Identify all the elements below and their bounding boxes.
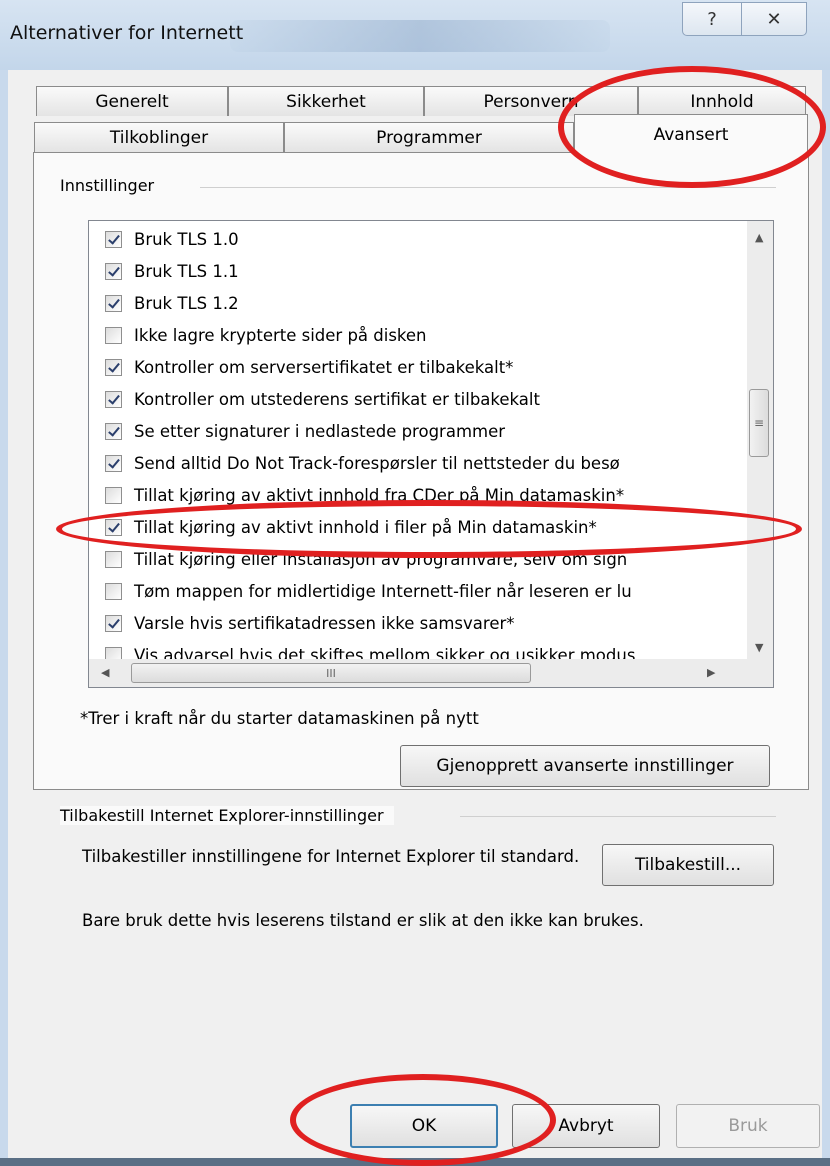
checkbox[interactable] (105, 486, 122, 504)
setting-row[interactable]: Tøm mappen for midlertidige Internett-fi… (105, 575, 632, 607)
reset-group-label: Tilbakestill Internet Explorer-innstilli… (60, 806, 394, 825)
apply-button: Bruk (676, 1104, 820, 1148)
setting-row[interactable]: Ikke lagre krypterte sider på disken (105, 319, 427, 351)
checkbox[interactable] (105, 582, 122, 600)
checkbox[interactable] (105, 422, 122, 440)
cancel-button[interactable]: Avbryt (512, 1104, 660, 1148)
scroll-down-icon[interactable]: ▼ (755, 641, 763, 654)
settings-group-label: Innstillinger (60, 176, 165, 195)
setting-label: Tillat kjøring av aktivt innhold i filer… (134, 517, 597, 537)
setting-label: Ikke lagre krypterte sider på disken (134, 325, 427, 345)
setting-label: Send alltid Do Not Track-forespørsler ti… (134, 453, 620, 473)
checkbox[interactable] (105, 326, 122, 344)
setting-label: Tillat kjøring eller installasjon av pro… (134, 549, 628, 569)
settings-group-line (200, 187, 776, 188)
reset-warning: Bare bruk dette hvis leserens tilstand e… (82, 911, 644, 930)
setting-row[interactable]: Bruk TLS 1.0 (105, 223, 239, 255)
checkbox[interactable] (105, 230, 122, 248)
setting-label: Bruk TLS 1.1 (134, 261, 239, 281)
vertical-scroll-thumb[interactable]: ≡ (749, 389, 769, 457)
setting-label: Bruk TLS 1.0 (134, 229, 239, 249)
checkbox[interactable] (105, 262, 122, 280)
checkbox[interactable] (105, 294, 122, 312)
setting-label: Varsle hvis sertifikatadressen ikke sams… (134, 613, 515, 633)
setting-row[interactable]: Bruk TLS 1.1 (105, 255, 239, 287)
reset-group-line (460, 816, 776, 817)
setting-row[interactable]: Tillat kjøring av aktivt innhold fra CDe… (105, 479, 624, 511)
setting-row[interactable]: Send alltid Do Not Track-forespørsler ti… (105, 447, 620, 479)
checkbox[interactable] (105, 358, 122, 376)
reset-description: Tilbakestiller innstillingene for Intern… (82, 847, 580, 866)
restart-note: *Trer i kraft når du starter datamaskine… (80, 709, 479, 728)
scroll-right-icon[interactable]: ▶ (707, 666, 715, 679)
setting-row[interactable]: Kontroller om utstederens sertifikat er … (105, 383, 540, 415)
setting-label: Tøm mappen for midlertidige Internett-fi… (134, 581, 632, 601)
vertical-scrollbar[interactable]: ▲ ≡ ▼ (747, 221, 773, 661)
grip-icon: ≡ (753, 416, 765, 430)
setting-row[interactable]: Varsle hvis sertifikatadressen ikke sams… (105, 607, 515, 639)
setting-label: Kontroller om utstederens sertifikat er … (134, 389, 540, 409)
setting-label: Bruk TLS 1.2 (134, 293, 239, 313)
grip-icon: III (326, 666, 336, 680)
setting-row[interactable]: Tillat kjøring eller installasjon av pro… (105, 543, 627, 575)
setting-row[interactable]: Kontroller om serversertifikatet er tilb… (105, 351, 513, 383)
checkbox[interactable] (105, 518, 122, 536)
setting-label: Kontroller om serversertifikatet er tilb… (134, 357, 514, 377)
restore-advanced-button[interactable]: Gjenopprett avanserte innstillinger (400, 745, 770, 787)
checkbox[interactable] (105, 390, 122, 408)
scroll-left-icon[interactable]: ◀ (101, 666, 109, 679)
setting-label: Se etter signaturer i nedlastede program… (134, 421, 506, 441)
horizontal-scroll-thumb[interactable]: III (131, 663, 531, 683)
checkbox[interactable] (105, 614, 122, 632)
checkbox[interactable] (105, 454, 122, 472)
checkbox[interactable] (105, 550, 122, 568)
reset-button[interactable]: Tilbakestill... (602, 844, 774, 886)
setting-row[interactable]: Se etter signaturer i nedlastede program… (105, 415, 505, 447)
settings-tree[interactable]: Bruk TLS 1.0 Bruk TLS 1.1 Bruk TLS 1.2 I… (88, 220, 774, 688)
setting-row[interactable]: Bruk TLS 1.2 (105, 287, 239, 319)
ok-button[interactable]: OK (350, 1104, 498, 1148)
scroll-up-icon[interactable]: ▲ (755, 231, 763, 244)
setting-row-active-content-files[interactable]: Tillat kjøring av aktivt innhold i filer… (105, 511, 597, 543)
setting-label: Tillat kjøring av aktivt innhold fra CDe… (134, 485, 625, 505)
horizontal-scrollbar[interactable]: ◀ III ▶ (89, 659, 773, 687)
